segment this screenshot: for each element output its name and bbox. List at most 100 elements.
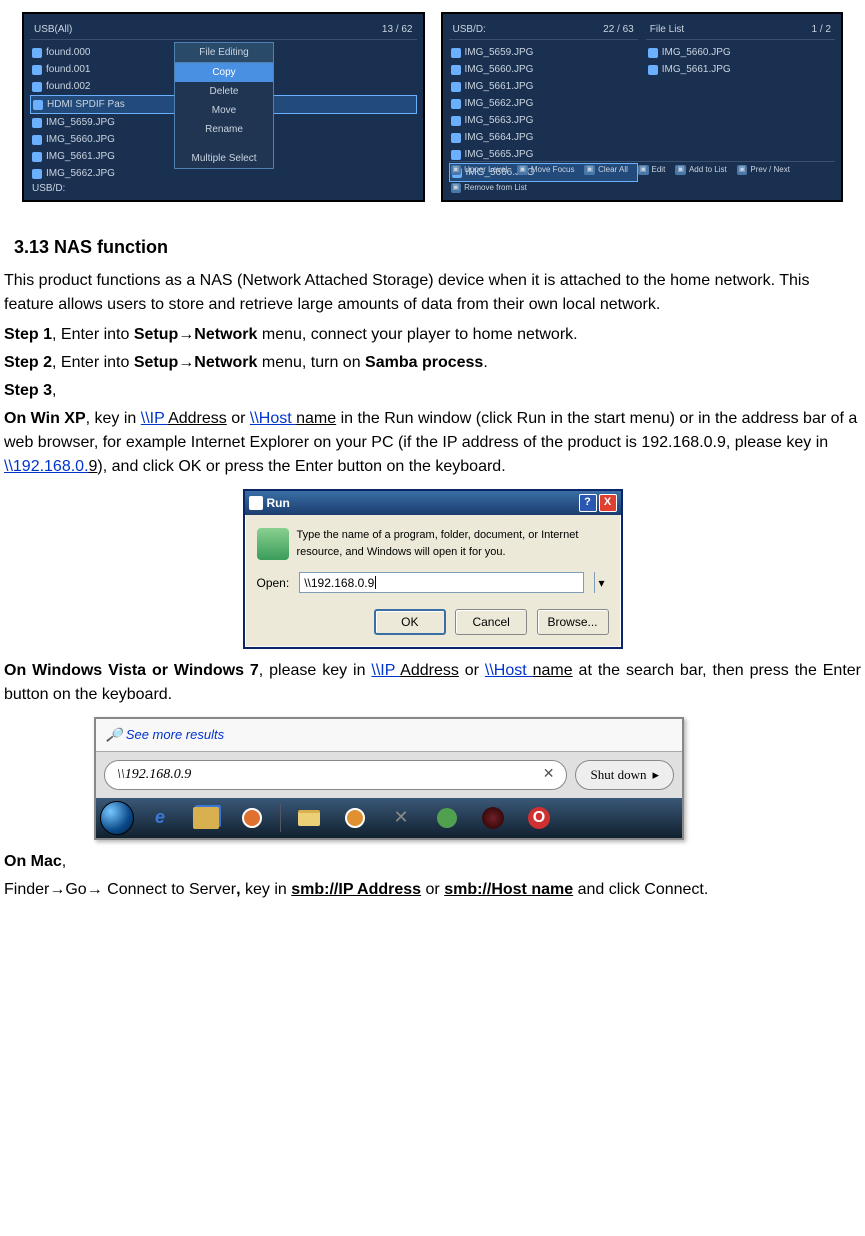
file-icon [32,118,42,128]
intro-paragraph: This product functions as a NAS (Network… [4,269,861,317]
run-icon [257,528,289,560]
col1-header: USB/D: [453,22,486,37]
run-window-icon [249,496,263,510]
file-row[interactable]: IMG_5660.JPG [449,61,638,78]
context-menu: File Editing CopyDeleteMoveRename Multip… [174,42,274,169]
run-description: Type the name of a program, folder, docu… [297,527,609,560]
browse-button[interactable]: Browse... [537,609,609,635]
file-name: IMG_5660.JPG [662,45,731,60]
key-icon: ▣ [584,165,595,176]
start-orb-icon[interactable] [100,801,134,835]
vista-paragraph: On Windows Vista or Windows 7, please ke… [4,659,861,707]
file-icon [32,152,42,162]
chevron-right-icon: ▸ [652,765,659,785]
file-name: IMG_5659.JPG [465,45,534,60]
usb-all-label: USB(All) [34,22,72,37]
footer-hint: ▣Clear All [584,164,627,176]
key-icon: ▣ [451,183,462,194]
host-name-link[interactable]: \\Host [250,410,296,427]
menu-item[interactable]: Delete [175,82,273,101]
file-name: IMG_5660.JPG [465,62,534,77]
col1-count: 22 / 63 [603,22,634,37]
spiral-app-icon[interactable] [473,803,513,833]
menu-item[interactable]: Move [175,101,273,120]
file-name: IMG_5659.JPG [46,115,115,130]
file-name: found.002 [46,79,91,94]
footer-hint: ▣Prev / Next [737,164,790,176]
file-name: IMG_5665.JPG [465,147,534,162]
file-row[interactable]: IMG_5661.JPG [646,61,835,78]
mac-paragraph: Finder→Go→ Connect to Server, key in smb… [4,878,861,902]
player-icon[interactable] [335,803,375,833]
on-mac-heading: On Mac, [4,850,861,874]
file-icon [648,48,658,58]
file-icon [451,150,461,160]
cancel-button[interactable]: Cancel [455,609,527,635]
file-icon [451,65,461,75]
green-app-icon[interactable] [427,803,467,833]
file-icon [32,135,42,145]
file-row[interactable]: IMG_5660.JPG [646,44,835,61]
file-row[interactable]: IMG_5661.JPG [449,78,638,95]
vista-ip-link[interactable]: \\IP [371,662,400,679]
file-name: IMG_5663.JPG [465,113,534,128]
explorer-icon[interactable] [186,803,226,833]
open-input[interactable]: \\192.168.0.9 [299,572,583,593]
section-heading: 3.13 NAS function [14,234,861,261]
file-name: IMG_5662.JPG [465,96,534,111]
key-icon: ▣ [517,165,528,176]
key-icon: ▣ [638,165,649,176]
close-button[interactable]: X [599,494,617,512]
taskbar-divider [280,804,281,832]
vista-host-link[interactable]: \\Host [485,662,533,679]
file-name: found.001 [46,62,91,77]
ip-example-link[interactable]: \\192.168.0. [4,458,89,475]
search-input[interactable]: \\192.168.0.9 ✕ [104,760,567,790]
shutdown-button[interactable]: Shut down▸ [575,760,674,790]
folder-icon[interactable] [289,803,329,833]
open-label: Open: [257,574,290,592]
menu-item[interactable] [175,139,273,149]
file-row[interactable]: IMG_5663.JPG [449,112,638,129]
file-icon [648,65,658,75]
col2-header: File List [650,22,684,37]
see-more-results[interactable]: 🔎 See more results [96,719,682,752]
menu-title: File Editing [175,43,273,63]
footer-hint: ▣Add to List [675,164,726,176]
clear-icon[interactable]: ✕ [543,764,555,785]
col2-file-list: IMG_5660.JPG IMG_5661.JPG [646,44,835,78]
ok-button[interactable]: OK [374,609,446,635]
winxp-paragraph: On Win XP, key in \\IP Address or \\Host… [4,407,861,479]
open-dropdown[interactable]: ▾ [594,572,609,593]
menu-item[interactable]: Multiple Select [175,149,273,168]
file-row[interactable]: IMG_5662.JPG [449,95,638,112]
footer-hint: ▣Move Focus [517,164,574,176]
help-button[interactable]: ? [579,494,597,512]
footer-hints: ▣Upper Level ▣Move Focus ▣Clear All ▣Edit ▣A… [449,161,836,196]
opera-icon[interactable]: O [519,803,559,833]
taskbar: e ✕ O [96,798,682,838]
col2-count: 1 / 2 [812,22,831,37]
footer-hint: ▣Upper Level [451,164,508,176]
file-icon [32,169,42,179]
footer-hint: ▣Edit [638,164,665,176]
menu-item[interactable]: Copy [175,63,273,82]
file-row[interactable]: IMG_5664.JPG [449,129,638,146]
media-icon[interactable] [232,803,272,833]
step-3: Step 3, [4,379,861,403]
ie-icon[interactable]: e [140,803,180,833]
key-icon: ▣ [675,165,686,176]
file-icon [33,100,43,110]
run-title-text: Run [267,494,290,512]
file-icon [451,99,461,109]
file-name: IMG_5661.JPG [465,79,534,94]
file-row[interactable]: IMG_5659.JPG [449,44,638,61]
screenshot-file-list: USB/D: 22 / 63 IMG_5659.JPGIMG_5660.JPGI… [441,12,844,202]
key-icon: ▣ [737,165,748,176]
file-name: IMG_5661.JPG [662,62,731,77]
footer-hint: ▣Remove from List [451,182,527,194]
menu-item[interactable]: Rename [175,120,273,139]
unknown-icon[interactable]: ✕ [381,803,421,833]
ip-address-link[interactable]: \\IP [141,410,168,427]
file-icon [451,48,461,58]
